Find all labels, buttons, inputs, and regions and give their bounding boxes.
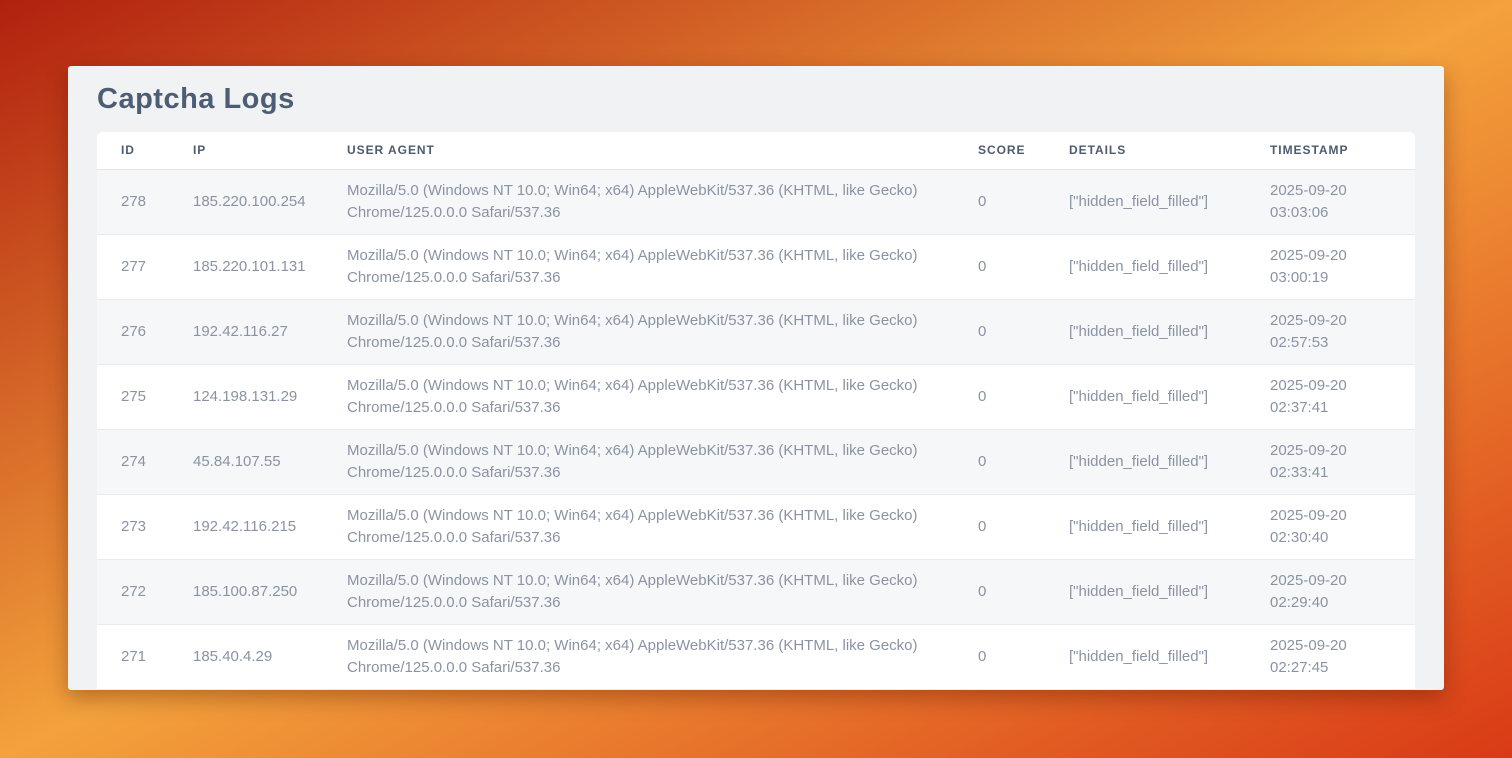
captcha-logs-card: Captcha Logs ID IP USER AGENT SCORE DETA… bbox=[68, 66, 1444, 690]
cell-id: 278 bbox=[97, 169, 169, 234]
cell-details: ["hidden_field_filled"] bbox=[1045, 494, 1246, 559]
cell-details: ["hidden_field_filled"] bbox=[1045, 429, 1246, 494]
column-header-details: DETAILS bbox=[1045, 132, 1246, 169]
cell-user-agent: Mozilla/5.0 (Windows NT 10.0; Win64; x64… bbox=[323, 299, 954, 364]
cell-user-agent: Mozilla/5.0 (Windows NT 10.0; Win64; x64… bbox=[323, 429, 954, 494]
table-row: 278 185.220.100.254 Mozilla/5.0 (Windows… bbox=[97, 169, 1415, 234]
table-row: 274 45.84.107.55 Mozilla/5.0 (Windows NT… bbox=[97, 429, 1415, 494]
cell-timestamp: 2025-09-20 02:29:40 bbox=[1246, 559, 1415, 624]
cell-timestamp: 2025-09-20 02:57:53 bbox=[1246, 299, 1415, 364]
table-row: 276 192.42.116.27 Mozilla/5.0 (Windows N… bbox=[97, 299, 1415, 364]
table-header-row: ID IP USER AGENT SCORE DETAILS TIMESTAMP bbox=[97, 132, 1415, 169]
cell-id: 273 bbox=[97, 494, 169, 559]
cell-score: 0 bbox=[954, 234, 1045, 299]
cell-details: ["hidden_field_filled"] bbox=[1045, 364, 1246, 429]
cell-ip: 124.198.131.29 bbox=[169, 364, 323, 429]
cell-timestamp: 2025-09-20 02:30:40 bbox=[1246, 494, 1415, 559]
cell-user-agent: Mozilla/5.0 (Windows NT 10.0; Win64; x64… bbox=[323, 169, 954, 234]
cell-details: ["hidden_field_filled"] bbox=[1045, 559, 1246, 624]
cell-score: 0 bbox=[954, 494, 1045, 559]
cell-user-agent: Mozilla/5.0 (Windows NT 10.0; Win64; x64… bbox=[323, 364, 954, 429]
table-body: 278 185.220.100.254 Mozilla/5.0 (Windows… bbox=[97, 169, 1415, 689]
cell-details: ["hidden_field_filled"] bbox=[1045, 299, 1246, 364]
cell-details: ["hidden_field_filled"] bbox=[1045, 234, 1246, 299]
captcha-logs-table: ID IP USER AGENT SCORE DETAILS TIMESTAMP… bbox=[97, 132, 1415, 690]
cell-score: 0 bbox=[954, 169, 1045, 234]
table-row: 275 124.198.131.29 Mozilla/5.0 (Windows … bbox=[97, 364, 1415, 429]
cell-timestamp: 2025-09-20 02:27:45 bbox=[1246, 624, 1415, 689]
cell-score: 0 bbox=[954, 624, 1045, 689]
cell-id: 277 bbox=[97, 234, 169, 299]
table-row: 277 185.220.101.131 Mozilla/5.0 (Windows… bbox=[97, 234, 1415, 299]
page-title: Captcha Logs bbox=[97, 83, 1415, 116]
cell-user-agent: Mozilla/5.0 (Windows NT 10.0; Win64; x64… bbox=[323, 559, 954, 624]
column-header-user-agent: USER AGENT bbox=[323, 132, 954, 169]
cell-ip: 185.220.101.131 bbox=[169, 234, 323, 299]
cell-details: ["hidden_field_filled"] bbox=[1045, 624, 1246, 689]
cell-score: 0 bbox=[954, 559, 1045, 624]
cell-ip: 185.40.4.29 bbox=[169, 624, 323, 689]
cell-timestamp: 2025-09-20 03:03:06 bbox=[1246, 169, 1415, 234]
cell-timestamp: 2025-09-20 02:33:41 bbox=[1246, 429, 1415, 494]
cell-ip: 192.42.116.215 bbox=[169, 494, 323, 559]
cell-ip: 185.220.100.254 bbox=[169, 169, 323, 234]
column-header-ip: IP bbox=[169, 132, 323, 169]
cell-ip: 185.100.87.250 bbox=[169, 559, 323, 624]
cell-timestamp: 2025-09-20 03:00:19 bbox=[1246, 234, 1415, 299]
cell-score: 0 bbox=[954, 299, 1045, 364]
logs-table-container: ID IP USER AGENT SCORE DETAILS TIMESTAMP… bbox=[97, 132, 1415, 690]
cell-id: 274 bbox=[97, 429, 169, 494]
cell-details: ["hidden_field_filled"] bbox=[1045, 169, 1246, 234]
cell-score: 0 bbox=[954, 364, 1045, 429]
table-header: ID IP USER AGENT SCORE DETAILS TIMESTAMP bbox=[97, 132, 1415, 169]
cell-user-agent: Mozilla/5.0 (Windows NT 10.0; Win64; x64… bbox=[323, 234, 954, 299]
column-header-score: SCORE bbox=[954, 132, 1045, 169]
cell-ip: 192.42.116.27 bbox=[169, 299, 323, 364]
cell-user-agent: Mozilla/5.0 (Windows NT 10.0; Win64; x64… bbox=[323, 494, 954, 559]
cell-user-agent: Mozilla/5.0 (Windows NT 10.0; Win64; x64… bbox=[323, 624, 954, 689]
cell-ip: 45.84.107.55 bbox=[169, 429, 323, 494]
table-row: 272 185.100.87.250 Mozilla/5.0 (Windows … bbox=[97, 559, 1415, 624]
cell-id: 272 bbox=[97, 559, 169, 624]
cell-id: 271 bbox=[97, 624, 169, 689]
cell-id: 275 bbox=[97, 364, 169, 429]
cell-id: 276 bbox=[97, 299, 169, 364]
table-row: 271 185.40.4.29 Mozilla/5.0 (Windows NT … bbox=[97, 624, 1415, 689]
column-header-id: ID bbox=[97, 132, 169, 169]
column-header-timestamp: TIMESTAMP bbox=[1246, 132, 1415, 169]
table-row: 273 192.42.116.215 Mozilla/5.0 (Windows … bbox=[97, 494, 1415, 559]
cell-score: 0 bbox=[954, 429, 1045, 494]
cell-timestamp: 2025-09-20 02:37:41 bbox=[1246, 364, 1415, 429]
